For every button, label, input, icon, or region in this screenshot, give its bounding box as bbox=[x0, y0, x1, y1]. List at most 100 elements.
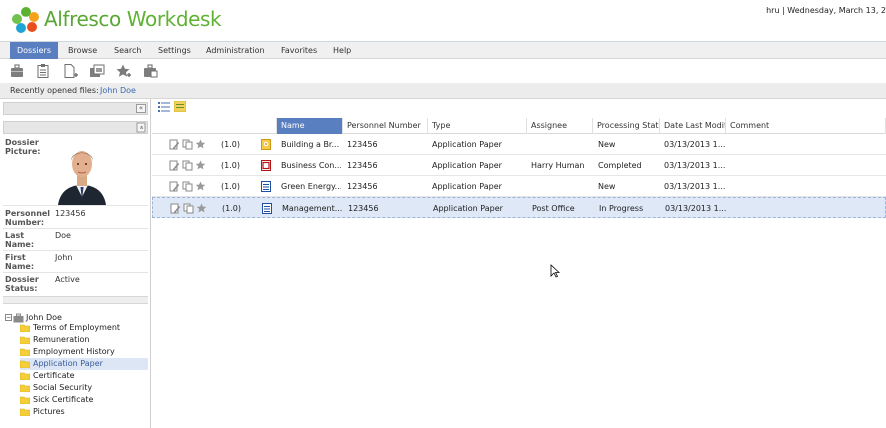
image-file-icon bbox=[261, 139, 271, 150]
menu-administration[interactable]: Administration bbox=[199, 42, 272, 59]
clipboard-icon[interactable] bbox=[34, 62, 52, 80]
table-row[interactable]: (1.0) Green Energy... 123456 Application… bbox=[152, 176, 886, 197]
tree-item-employment-history[interactable]: Employment History bbox=[20, 346, 148, 358]
personnel-number: 123456 bbox=[347, 182, 378, 191]
assignee: Post Office bbox=[532, 204, 575, 213]
table-row-selected[interactable]: (1.0) Management... 123456 Application P… bbox=[152, 197, 886, 218]
processing-status: New bbox=[598, 140, 616, 149]
personnel-number: 123456 bbox=[347, 161, 378, 170]
document-name[interactable]: Green Energy... bbox=[281, 176, 341, 197]
edit-properties-icon[interactable] bbox=[169, 181, 180, 192]
column-personnel-number[interactable]: Personnel Number bbox=[343, 118, 428, 134]
properties-collapse-bar: « bbox=[3, 121, 148, 134]
tree-item-remuneration[interactable]: Remuneration bbox=[20, 334, 148, 346]
app-header: Alfresco Workdesk hru | Wednesday, March… bbox=[0, 0, 886, 42]
favorite-star-icon[interactable] bbox=[196, 203, 207, 214]
list-view-icon[interactable] bbox=[158, 101, 170, 112]
copy-icon[interactable] bbox=[183, 203, 194, 214]
copy-icon[interactable] bbox=[182, 181, 193, 192]
dossier-panel: « « Dossier Picture: Personnel Number: 1… bbox=[0, 99, 151, 428]
tree-item-sick-certificate[interactable]: Sick Certificate bbox=[20, 394, 148, 406]
column-processing-status[interactable]: Processing Stat... bbox=[593, 118, 660, 134]
recently-opened-label: Recently opened files: bbox=[10, 86, 99, 95]
menu-favorites[interactable]: Favorites bbox=[274, 42, 324, 59]
dossier-add-icon[interactable] bbox=[141, 62, 159, 80]
version: (1.0) bbox=[221, 161, 240, 170]
tree-item-application-paper[interactable]: Application Paper bbox=[20, 358, 148, 370]
copy-icon[interactable] bbox=[182, 160, 193, 171]
app-title-part1: Alfresco bbox=[44, 7, 121, 31]
tree-item-certificate[interactable]: Certificate bbox=[20, 370, 148, 382]
table-row[interactable]: (1.0) Building a Br... 123456 Applicatio… bbox=[152, 134, 886, 155]
menu-search[interactable]: Search bbox=[107, 42, 148, 59]
folder-icon bbox=[20, 336, 30, 344]
grid-header: Name Personnel Number Type Assignee Proc… bbox=[152, 118, 886, 134]
version: (1.0) bbox=[221, 140, 240, 149]
column-assignee[interactable]: Assignee bbox=[527, 118, 593, 134]
date-last-modified: 03/13/2013 1... bbox=[664, 161, 726, 170]
edit-properties-icon[interactable] bbox=[169, 139, 180, 150]
divider bbox=[3, 205, 148, 206]
tree-item-social-security[interactable]: Social Security bbox=[20, 382, 148, 394]
tree-item-pictures[interactable]: Pictures bbox=[20, 406, 148, 418]
tree-item-terms-of-employment[interactable]: Terms of Employment bbox=[20, 322, 148, 334]
recent-file-link[interactable]: John Doe bbox=[100, 83, 136, 99]
date-last-modified: 03/13/2013 1... bbox=[664, 182, 726, 191]
copy-icon[interactable] bbox=[182, 139, 193, 150]
alfresco-logo-icon bbox=[12, 7, 39, 33]
document-type: Application Paper bbox=[433, 204, 503, 213]
collapse-properties-button[interactable]: « bbox=[136, 122, 146, 133]
tree-separator bbox=[3, 296, 148, 304]
favorite-star-icon[interactable] bbox=[195, 139, 206, 150]
dossier-status-value: Active bbox=[55, 275, 80, 284]
app-title-part2: Workdesk bbox=[120, 7, 222, 31]
table-row[interactable]: (1.0) Business Con... 123456 Application… bbox=[152, 155, 886, 176]
folder-icon bbox=[20, 360, 30, 368]
favorite-star-icon[interactable] bbox=[114, 62, 132, 80]
briefcase-icon[interactable] bbox=[8, 62, 26, 80]
copy-dossier-icon[interactable] bbox=[88, 62, 106, 80]
column-name[interactable]: Name bbox=[277, 118, 343, 134]
dossier-picture bbox=[56, 139, 108, 205]
first-name-value: John bbox=[55, 253, 73, 262]
menu-dossiers[interactable]: Dossiers bbox=[10, 42, 58, 59]
dossier-picture-label: Dossier Picture: bbox=[5, 138, 41, 156]
document-name[interactable]: Building a Br... bbox=[281, 134, 341, 155]
processing-status: New bbox=[598, 182, 616, 191]
new-document-icon[interactable] bbox=[61, 62, 79, 80]
pdf-file-icon bbox=[261, 160, 271, 171]
folder-icon bbox=[20, 324, 30, 332]
divider bbox=[3, 228, 148, 229]
tree-expand-icon[interactable]: − bbox=[5, 314, 12, 321]
column-date-last-modified[interactable]: Date Last Modifi... bbox=[660, 118, 726, 134]
date-last-modified: 03/13/2013 1... bbox=[664, 140, 726, 149]
document-name[interactable]: Business Con... bbox=[281, 155, 341, 176]
menu-settings[interactable]: Settings bbox=[151, 42, 198, 59]
divider bbox=[3, 272, 148, 273]
column-comment[interactable]: Comment bbox=[726, 118, 886, 134]
edit-properties-icon[interactable] bbox=[170, 203, 181, 214]
column-type[interactable]: Type bbox=[428, 118, 527, 134]
folder-icon bbox=[20, 384, 30, 392]
tree-item-label: Remuneration bbox=[33, 335, 90, 344]
favorite-star-icon[interactable] bbox=[195, 160, 206, 171]
dossier-icon bbox=[13, 313, 24, 322]
menu-help[interactable]: Help bbox=[326, 42, 358, 59]
first-name-label: First Name: bbox=[5, 253, 35, 271]
tree-item-label: Certificate bbox=[33, 371, 75, 380]
favorite-star-icon[interactable] bbox=[195, 181, 206, 192]
document-name[interactable]: Management... bbox=[282, 198, 342, 219]
version: (1.0) bbox=[221, 182, 240, 191]
personnel-number: 123456 bbox=[347, 140, 378, 149]
folder-icon bbox=[20, 408, 30, 416]
document-type: Application Paper bbox=[432, 182, 502, 191]
collapse-left-button[interactable]: « bbox=[136, 104, 146, 113]
menu-browse[interactable]: Browse bbox=[61, 42, 104, 59]
edit-properties-icon[interactable] bbox=[169, 160, 180, 171]
main-menu: Dossiers Browse Search Settings Administ… bbox=[0, 42, 886, 59]
folder-icon bbox=[20, 396, 30, 404]
thumbnail-view-icon[interactable] bbox=[174, 101, 186, 112]
processing-status: Completed bbox=[598, 161, 642, 170]
word-file-icon bbox=[261, 181, 271, 192]
document-type: Application Paper bbox=[432, 161, 502, 170]
